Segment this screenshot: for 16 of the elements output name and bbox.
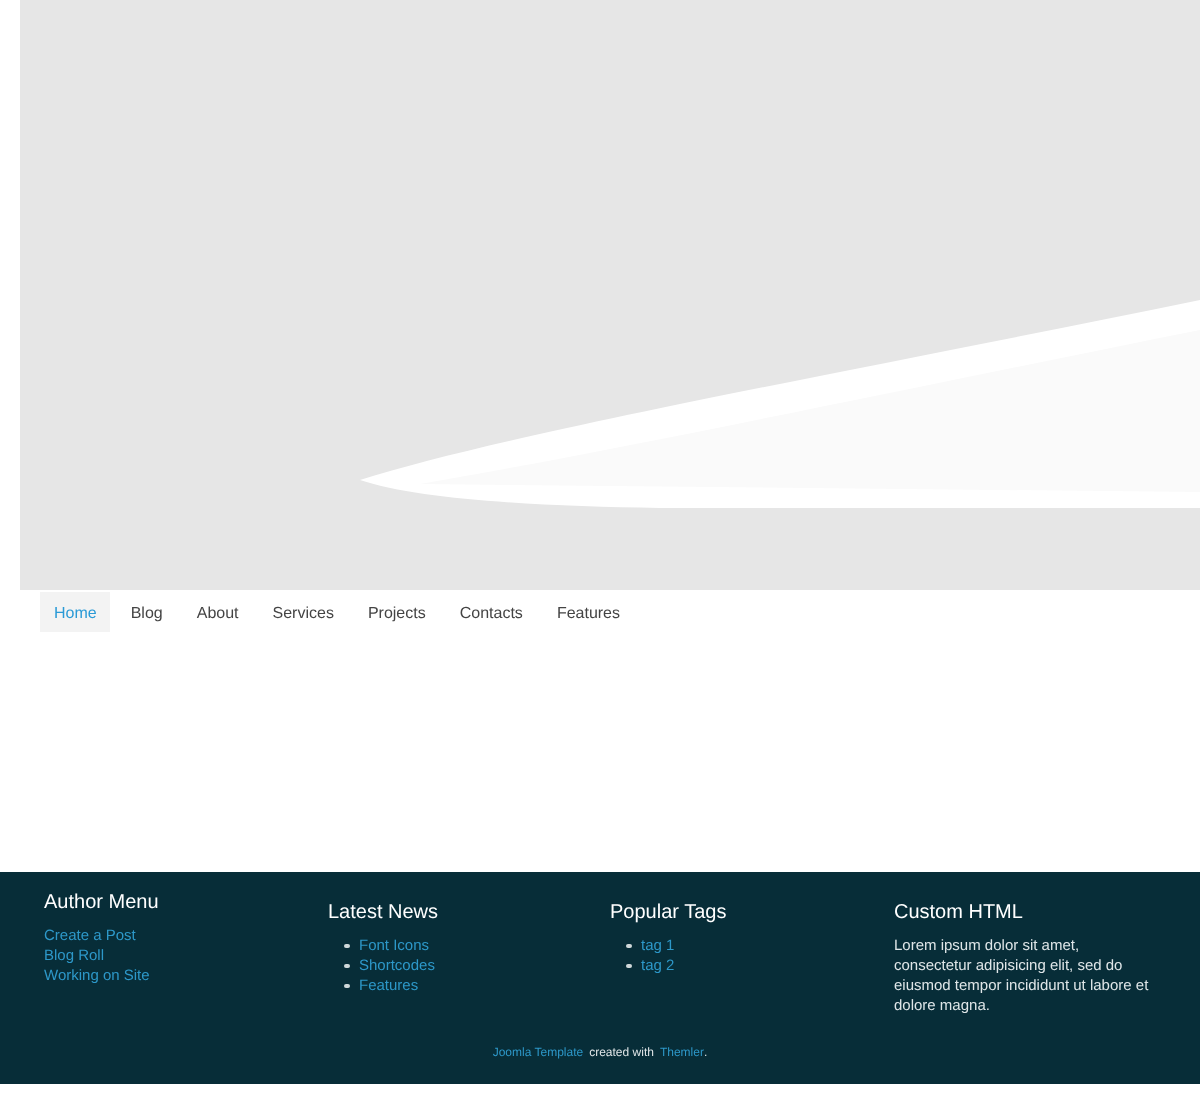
bullet-icon xyxy=(344,943,349,949)
nav-link[interactable]: Services xyxy=(258,592,348,632)
nav-link[interactable]: Features xyxy=(542,592,635,632)
nav-link[interactable]: Home xyxy=(40,592,111,632)
footer-heading: Popular Tags xyxy=(610,902,729,924)
footer-heading: Custom HTML xyxy=(894,902,1025,924)
nav-link[interactable]: About xyxy=(182,592,253,632)
bullet-icon xyxy=(626,963,631,969)
nav-link[interactable]: Projects xyxy=(353,592,440,632)
bullet-icon xyxy=(626,943,631,949)
bullet-icon xyxy=(344,963,349,969)
footer-heading: Author Menu xyxy=(44,892,161,914)
footer-heading: Latest News xyxy=(328,902,441,924)
bullet-icon xyxy=(344,983,349,989)
nav-link[interactable]: Contacts xyxy=(445,592,537,632)
nav-link[interactable]: Blog xyxy=(116,592,177,632)
